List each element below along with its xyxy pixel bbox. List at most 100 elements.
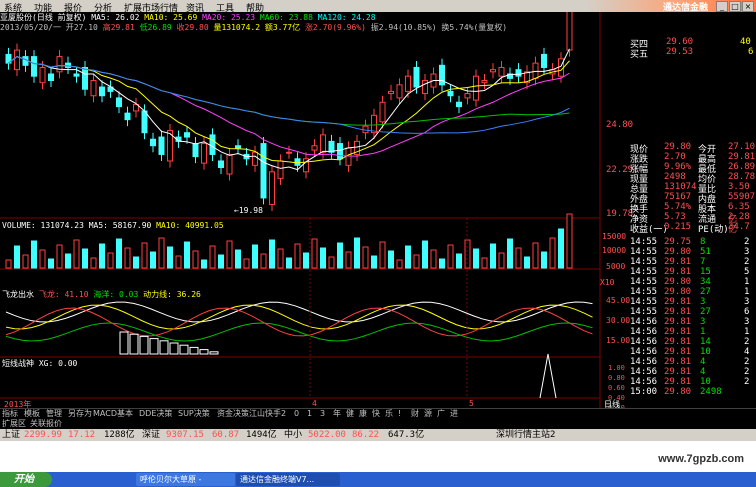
server-status[interactable]: 深圳行情主站2: [496, 429, 555, 441]
task-item-tdx[interactable]: 通达信金融终端V7...: [236, 473, 340, 486]
volume-bar: [116, 238, 122, 269]
indicator-tab[interactable]: 健: [346, 409, 354, 419]
indicator-step-bar: [179, 344, 189, 355]
indicator-line: [5, 322, 593, 342]
volume-bar: [150, 251, 156, 269]
volume-bar: [456, 253, 462, 269]
candle-body: [124, 112, 131, 121]
indicator-tab[interactable]: !: [398, 409, 401, 419]
volume-bar: [260, 253, 267, 269]
volume-bar: [192, 250, 199, 269]
indicator-tab[interactable]: 江山快手: [249, 409, 281, 419]
bid5-row: 买五 29.53 6: [630, 47, 756, 60]
volume-bar: [277, 248, 284, 269]
tick-row: 14:56 29.81 10 2: [630, 377, 756, 387]
sh-amount: 1288亿: [104, 430, 135, 440]
indicator-tab[interactable]: 3: [320, 409, 325, 419]
volume-bar: [379, 241, 386, 269]
indicator-tab[interactable]: 广: [437, 409, 445, 419]
candle-body: [39, 66, 46, 84]
low-price-label: ←19.98: [234, 206, 263, 215]
tab-related-quotes[interactable]: 关联报价: [30, 419, 62, 429]
indicator-tab[interactable]: 另存为: [68, 409, 92, 419]
tick-price: 29.80: [664, 287, 692, 297]
indicator-tab[interactable]: 乐: [385, 409, 393, 419]
tick-time: 14:56: [630, 327, 658, 337]
candle-body: [22, 56, 29, 66]
stat-row: 涨跌 2.70 最高 29.81: [630, 152, 756, 165]
tick-row: 14:56 29.81 4 2: [630, 357, 756, 367]
xaxis-month-5: 5: [469, 399, 474, 408]
tick-time: 14:56: [630, 367, 658, 377]
candle-body: [558, 58, 564, 77]
candle-body: [447, 90, 454, 97]
tick-row: 14:56 29.81 4 2: [630, 367, 756, 377]
indicator-tab[interactable]: 2: [281, 409, 286, 419]
tick-time: 14:55: [630, 287, 658, 297]
tick-volume: 27: [700, 287, 711, 297]
indicator-tab[interactable]: 0: [294, 409, 299, 419]
indicator1-green: 海洋: 0.03: [93, 290, 139, 299]
tick-row: 14:55 29.81 27 6: [630, 307, 756, 317]
candle-body: [209, 134, 216, 155]
indicator-tab[interactable]: 指标: [2, 409, 18, 419]
tick-price: 29.81: [664, 297, 692, 307]
tick-price: 29.81: [664, 377, 692, 387]
volume-header: VOLUME: 131074.23 MA5: 58167.90 MA10: 40…: [2, 221, 224, 231]
indicator-tab[interactable]: 1: [307, 409, 312, 419]
tick-count: 3: [744, 317, 750, 327]
tick-count: 1: [744, 327, 750, 337]
tick-time: 14:55: [630, 247, 658, 257]
tick-volume: 4: [700, 367, 706, 377]
volume-bar: [337, 242, 343, 269]
tick-volume: 7: [700, 257, 706, 267]
candle-body: [99, 86, 105, 97]
indicator-tab[interactable]: 年: [333, 409, 341, 419]
sh-change: 17.12: [68, 430, 96, 440]
indicator-tab[interactable]: MACD基本: [93, 409, 133, 419]
tick-volume: 14: [700, 337, 711, 347]
tick-price: 29.81: [664, 317, 692, 327]
candle-body: [396, 84, 403, 99]
indicator-tab[interactable]: SUP决策: [178, 409, 210, 419]
indicator-step-bar: [119, 331, 129, 355]
volume-bar: [14, 245, 20, 269]
indicator-tab[interactable]: 进: [450, 409, 458, 419]
indicator-tab[interactable]: 资金决策: [217, 409, 249, 419]
maximize-icon[interactable]: □: [729, 1, 741, 12]
tick-time: 14:55: [630, 237, 658, 247]
volume-bar: [371, 255, 377, 269]
tick-count: 4: [744, 347, 750, 357]
volume-bar: [320, 247, 326, 269]
volume-bar: [354, 237, 360, 269]
indicator-tab[interactable]: 管理: [46, 409, 62, 419]
indicator-tab[interactable]: 快: [372, 409, 380, 419]
indicator-tab[interactable]: 模板: [24, 409, 40, 419]
indicator1-red: 飞龙: 41.10: [38, 290, 89, 299]
tab-extended-area[interactable]: 扩展区: [2, 419, 26, 429]
indicator-tab[interactable]: 康: [359, 409, 367, 419]
price-tick: 24.80: [606, 120, 634, 130]
candle-body: [82, 66, 88, 90]
close-icon[interactable]: ×: [742, 1, 754, 12]
indicator2-tick: 1.00: [608, 364, 625, 372]
volume-bar: [566, 213, 573, 269]
tick-row: 14:55 29.81 3 3: [630, 297, 756, 307]
volume-bar: [235, 249, 241, 269]
volume-bar: [413, 254, 420, 269]
start-button[interactable]: 开始: [0, 472, 52, 487]
stat-value: 5.73: [664, 212, 686, 222]
indicator-tab[interactable]: 源: [424, 409, 432, 419]
volume-bar: [31, 240, 37, 269]
chart-area[interactable]: [0, 12, 630, 412]
indicator-step-bar: [199, 349, 209, 355]
candle-body: [405, 75, 411, 92]
minimize-icon[interactable]: _: [716, 1, 728, 12]
task-item-browser[interactable]: 呼伦贝尔大草原 -: [136, 473, 235, 486]
stat-value: 5.74%: [664, 202, 692, 212]
indicator-tab[interactable]: DDE决策: [139, 409, 172, 419]
indicator-tab[interactable]: 财: [411, 409, 419, 419]
tick-count: 5: [744, 267, 750, 277]
tick-price: 29.81: [664, 337, 692, 347]
candle-body: [184, 132, 190, 138]
